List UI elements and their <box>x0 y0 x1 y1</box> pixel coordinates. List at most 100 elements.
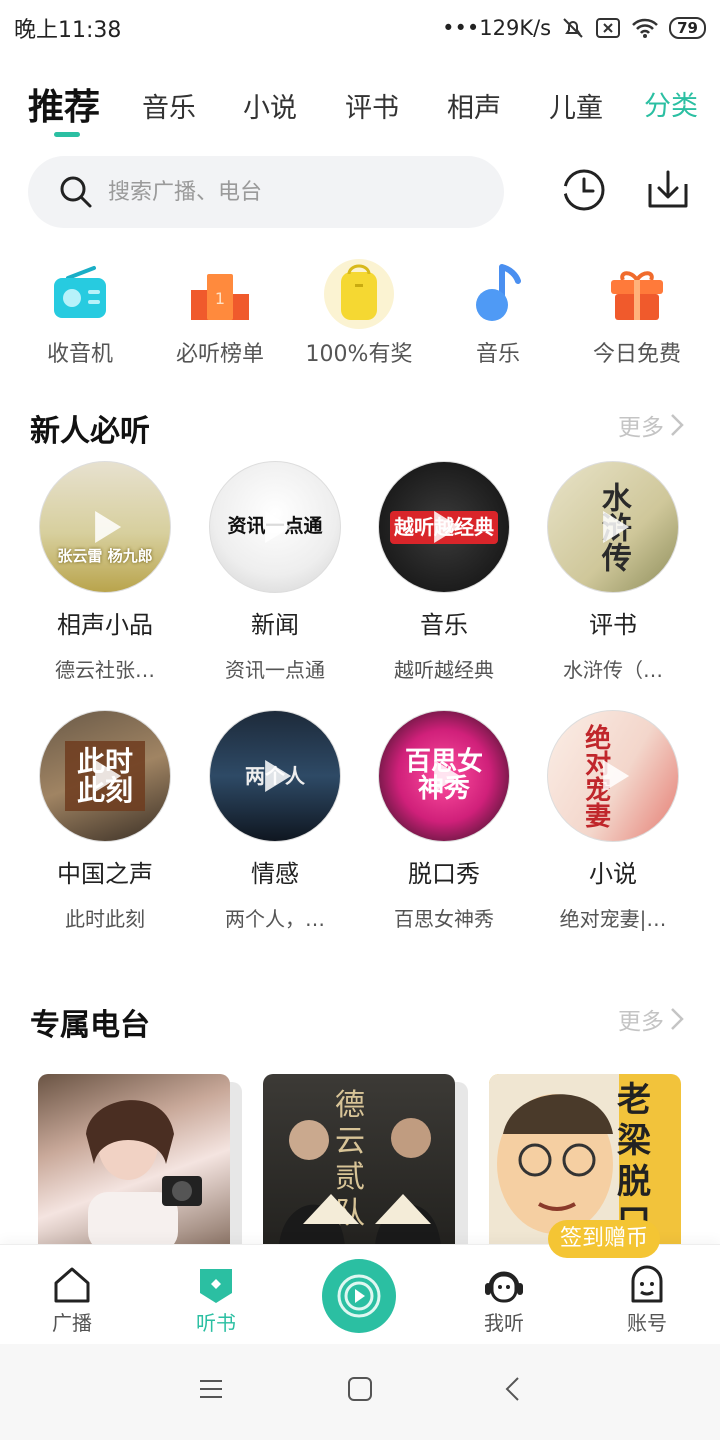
nav-audiobook[interactable]: 听书 <box>166 1265 266 1336</box>
nav-label: 账号 <box>627 1311 667 1335</box>
album-cover: 资讯一点通 <box>209 461 341 593</box>
album-novel[interactable]: 绝对宠妻 小说 绝对宠妻|… <box>528 710 698 932</box>
camera-icon <box>86 1100 202 1246</box>
quick-label-radio: 收音机 <box>46 342 113 367</box>
nav-my-listening[interactable]: 我听 <box>454 1265 554 1336</box>
network-speed: •••129K/s <box>442 16 552 40</box>
nav-label: 我听 <box>484 1311 524 1335</box>
checkin-reward-button[interactable]: 签到赠币 <box>548 1220 661 1258</box>
nav-account[interactable]: 账号 <box>597 1265 697 1336</box>
svg-text:1: 1 <box>215 289 225 308</box>
home-square-icon[interactable] <box>347 1376 373 1402</box>
chevron-right-icon <box>671 1008 684 1030</box>
quick-item-radio[interactable]: 收音机 <box>10 258 150 368</box>
album-cover: 百思女神秀 <box>378 710 510 842</box>
album-music[interactable]: 越听越经典 音乐 越听越经典 <box>359 461 529 683</box>
album-subtitle: 百思女神秀 <box>394 907 494 931</box>
tab-categories[interactable]: 分类 <box>644 84 698 123</box>
quick-label-prize: 100%有奖 <box>305 342 413 367</box>
quick-item-prize[interactable]: 100%有奖 <box>289 258 429 368</box>
album-subtitle: 水浒传（… <box>563 658 663 682</box>
album-crosstalk[interactable]: 张云雷 杨九郎 相声小品 德云社张… <box>20 461 190 683</box>
album-title: 新闻 <box>251 611 299 639</box>
play-icon <box>95 511 122 543</box>
home-icon <box>54 1267 90 1303</box>
play-icon <box>603 511 630 543</box>
quick-label-charts: 必听榜单 <box>175 342 264 367</box>
history-clock-icon[interactable] <box>560 166 608 214</box>
music-note-icon <box>462 258 534 330</box>
quick-entries: 收音机 1 必听榜单 100%有奖 音乐 今日免费 <box>0 258 720 378</box>
album-subtitle: 越听越经典 <box>394 658 494 682</box>
battery-indicator: 79 <box>669 17 706 39</box>
performers-icon <box>279 1118 441 1246</box>
album-subtitle: 绝对宠妻|… <box>559 907 667 931</box>
tab-storytelling[interactable]: 评书 <box>345 86 399 125</box>
album-china-voice[interactable]: 此时此刻 中国之声 此时此刻 <box>20 710 190 932</box>
search-bar[interactable] <box>28 156 504 228</box>
headphone-face-icon <box>485 1271 523 1303</box>
cover-text: 张云雷 杨九郎 <box>57 547 153 566</box>
quick-item-free-today[interactable]: 今日免费 <box>567 258 707 368</box>
album-cover: 此时此刻 <box>39 710 171 842</box>
download-icon[interactable] <box>644 166 692 214</box>
tab-children[interactable]: 儿童 <box>549 86 603 125</box>
album-talkshow[interactable]: 百思女神秀 脱口秀 百思女神秀 <box>359 710 529 932</box>
book-icon <box>200 1269 232 1303</box>
more-link-stations[interactable]: 更多 <box>618 1002 684 1036</box>
active-tab-indicator <box>54 132 80 137</box>
play-icon <box>603 760 630 792</box>
album-cover: 水浒传 <box>547 461 679 593</box>
gift-icon <box>601 258 673 330</box>
bottom-navigation: 广播 听书 我听 账号 <box>0 1244 720 1344</box>
back-icon[interactable] <box>500 1376 526 1402</box>
nav-label: 广播 <box>52 1311 92 1335</box>
album-title: 小说 <box>589 860 637 888</box>
tab-music[interactable]: 音乐 <box>142 86 196 125</box>
album-cover: 张云雷 杨九郎 <box>39 461 171 593</box>
section-title-new-user: 新人必听 <box>30 414 150 449</box>
tab-crosstalk[interactable]: 相声 <box>447 86 501 125</box>
sim-x-icon <box>596 18 621 38</box>
more-label: 更多 <box>618 415 664 441</box>
tab-novel[interactable]: 小说 <box>243 86 297 125</box>
search-input[interactable] <box>108 179 468 205</box>
album-title: 脱口秀 <box>408 860 480 888</box>
player-button[interactable] <box>322 1259 396 1333</box>
account-face-icon <box>631 1265 663 1303</box>
album-title: 评书 <box>589 611 637 639</box>
backpack-prize-icon <box>323 258 395 330</box>
more-link-new-user[interactable]: 更多 <box>618 408 684 442</box>
play-icon <box>95 760 122 792</box>
station-card-2[interactable]: 德云 贰 队 <box>263 1074 455 1246</box>
quick-label-free-today: 今日免费 <box>592 342 681 367</box>
play-icon <box>265 511 292 543</box>
album-cover: 绝对宠妻 <box>547 710 679 842</box>
wifi-icon <box>632 18 659 38</box>
album-storytelling[interactable]: 水浒传 评书 水浒传（… <box>528 461 698 683</box>
nav-broadcast[interactable]: 广播 <box>22 1265 122 1336</box>
menu-icon[interactable] <box>198 1376 224 1402</box>
album-title: 相声小品 <box>57 611 153 639</box>
album-title: 中国之声 <box>57 860 153 888</box>
quick-item-charts[interactable]: 1 必听榜单 <box>150 258 290 368</box>
tab-recommend[interactable]: 推荐 <box>28 78 100 130</box>
system-navigation-bar <box>0 1344 720 1440</box>
category-tabs: 推荐 音乐 小说 评书 相声 儿童 分类 <box>0 70 720 140</box>
album-news[interactable]: 资讯一点通 新闻 资讯一点通 <box>190 461 360 683</box>
album-subtitle: 资讯一点通 <box>225 658 325 682</box>
album-subtitle: 两个人，… <box>225 907 325 931</box>
play-icon <box>434 511 461 543</box>
album-emotion[interactable]: 两个人 情感 两个人，… <box>190 710 360 932</box>
bell-muted-icon <box>563 18 583 38</box>
nav-label: 听书 <box>196 1311 236 1335</box>
album-title: 情感 <box>251 860 299 888</box>
quick-item-music[interactable]: 音乐 <box>428 258 568 368</box>
album-subtitle: 此时此刻 <box>65 907 145 931</box>
station-card-1[interactable] <box>38 1074 230 1246</box>
chevron-right-icon <box>671 414 684 436</box>
quick-label-music: 音乐 <box>475 342 520 367</box>
search-icon <box>60 176 92 208</box>
play-icon <box>434 760 461 792</box>
play-icon <box>265 760 292 792</box>
